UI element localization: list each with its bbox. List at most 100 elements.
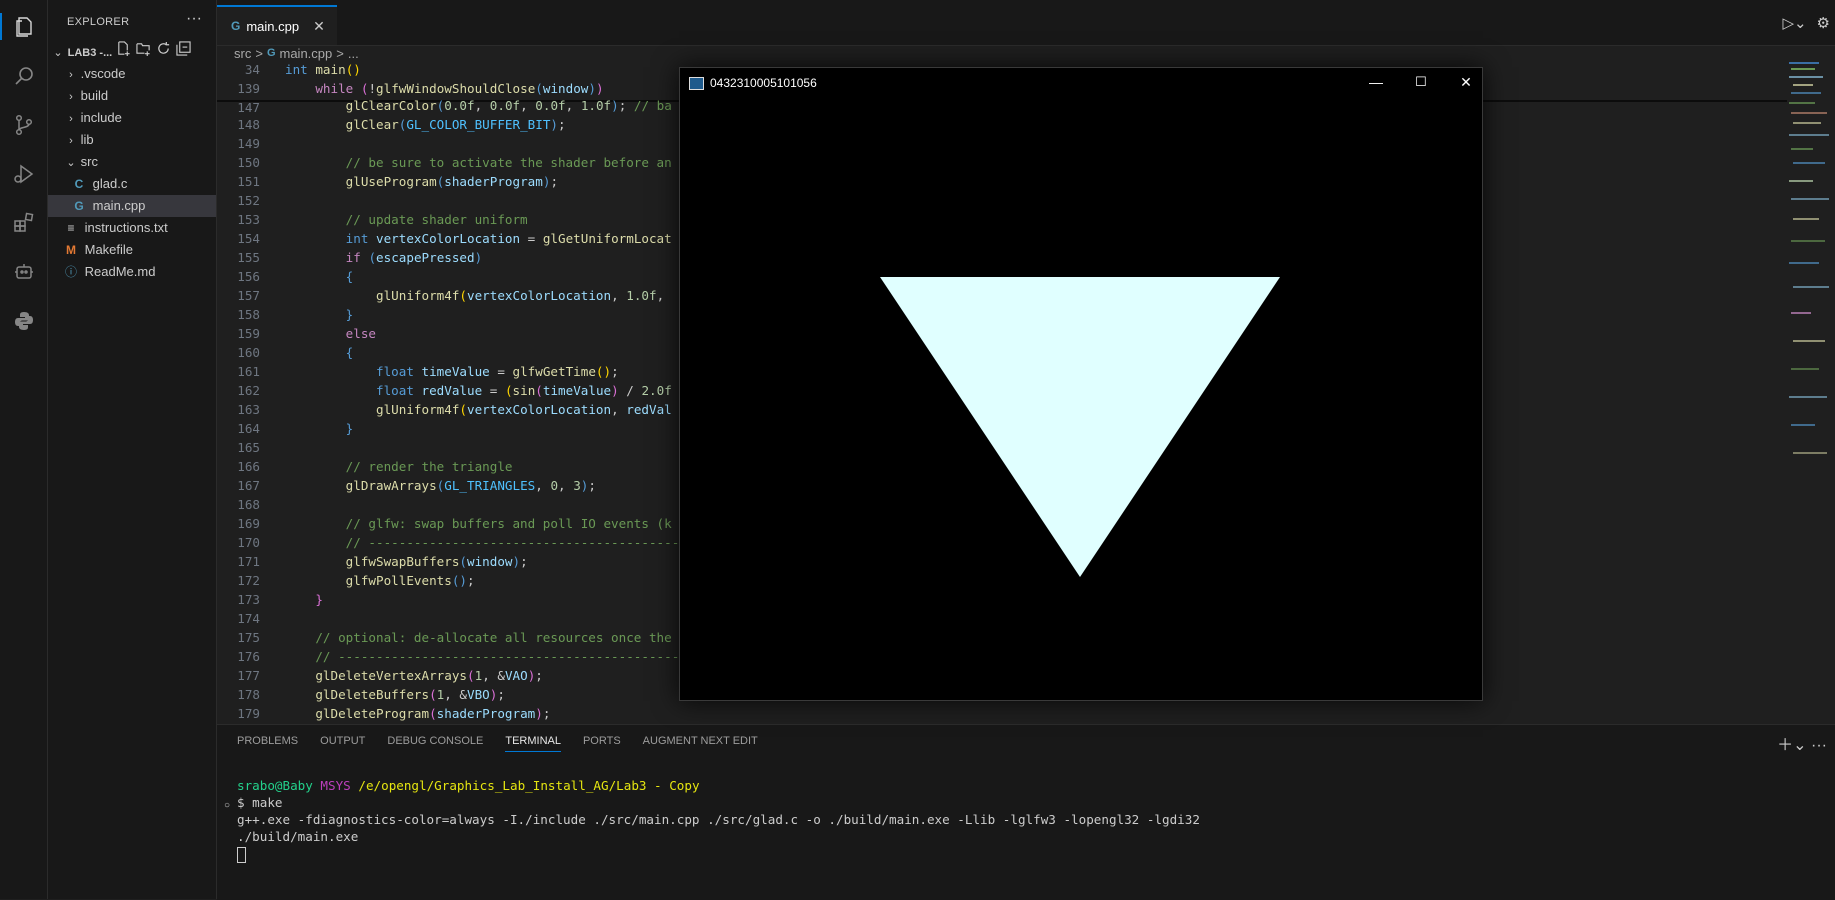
source-control-icon[interactable] xyxy=(10,111,37,138)
tree-item-label: instructions.txt xyxy=(84,220,168,235)
project-root[interactable]: ⌄ LAB3 -... xyxy=(48,41,216,63)
tree-item-lib[interactable]: › lib xyxy=(48,129,216,151)
line-number: 155 xyxy=(237,250,260,265)
new-file-icon[interactable] xyxy=(116,41,131,56)
opengl-window[interactable]: 0432310005101056 — ☐ ✕ xyxy=(679,67,1483,701)
tab-terminal[interactable]: TERMINAL xyxy=(505,735,561,752)
code-line: // update shader uniform xyxy=(345,212,528,227)
code-line: // -------------------------------------… xyxy=(345,535,680,550)
code-line: // -------------------------------------… xyxy=(315,649,680,664)
close-button[interactable]: ✕ xyxy=(1455,72,1477,92)
code-line: } xyxy=(315,592,323,607)
explorer-sidebar: EXPLORER ··· ⌄ LAB3 -... › .vscode › bui… xyxy=(48,0,217,899)
collapse-all-icon[interactable] xyxy=(176,41,191,56)
search-icon[interactable] xyxy=(10,62,37,89)
run-debug-icon[interactable] xyxy=(10,160,37,187)
minimap[interactable] xyxy=(1787,62,1835,482)
code-line: float timeValue = glfwGetTime(); xyxy=(376,364,619,379)
line-number: 149 xyxy=(237,136,260,151)
code-line: glfwSwapBuffers(window); xyxy=(345,554,528,569)
run-icon[interactable]: ▷⌄ xyxy=(1782,14,1806,32)
tree-item-readme[interactable]: ⓘ ReadMe.md xyxy=(48,261,216,283)
tree-item-glad-c[interactable]: C glad.c xyxy=(48,173,216,195)
code-line: glDeleteVertexArrays(1, &VAO); xyxy=(315,668,543,683)
cpp-file-icon: G xyxy=(74,199,84,213)
code-line: glDeleteProgram(shaderProgram); xyxy=(315,706,551,721)
close-tab-icon[interactable]: ✕ xyxy=(313,18,325,35)
line-number: 147 xyxy=(237,100,260,115)
gear-icon[interactable]: ⚙ xyxy=(1817,14,1830,32)
line-number: 175 xyxy=(237,630,260,645)
tab-label: main.cpp xyxy=(246,18,300,34)
breadcrumb: src > G main.cpp > ... xyxy=(217,44,359,62)
tree-item-makefile[interactable]: M Makefile xyxy=(48,239,216,261)
breadcrumb-separator: > xyxy=(255,45,263,61)
chevron-right-icon: › xyxy=(69,135,73,147)
more-actions-icon[interactable]: ··· xyxy=(1811,737,1827,754)
code-line: // glfw: swap buffers and poll IO events… xyxy=(345,516,672,531)
new-terminal-icon[interactable]: ＋⌄ xyxy=(1777,737,1806,754)
terminal-user: srabo@Baby xyxy=(237,778,313,793)
tab-main-cpp[interactable]: G main.cpp ✕ xyxy=(217,5,337,45)
breadcrumb-rest[interactable]: ... xyxy=(348,46,359,61)
info-icon: ⓘ xyxy=(64,265,77,279)
line-number: 173 xyxy=(237,592,260,607)
tab-ports[interactable]: PORTS xyxy=(583,735,621,752)
extensions-icon[interactable] xyxy=(10,209,37,236)
tree-item-main-cpp[interactable]: G main.cpp xyxy=(48,195,216,217)
maximize-button[interactable]: ☐ xyxy=(1410,72,1432,92)
breadcrumb-folder[interactable]: src xyxy=(234,46,251,61)
line-number: 150 xyxy=(237,155,260,170)
line-number: 167 xyxy=(237,478,260,493)
remote-icon[interactable] xyxy=(10,258,37,285)
tab-augment-next-edit[interactable]: AUGMENT NEXT EDIT xyxy=(643,735,758,752)
code-line: // be sure to activate the shader before… xyxy=(345,155,672,170)
line-number: 151 xyxy=(237,174,260,189)
command-status-icon: ○ xyxy=(224,800,231,811)
line-number: 171 xyxy=(237,554,260,569)
chevron-down-icon: ⌄ xyxy=(66,157,76,169)
tree-item-include[interactable]: › include xyxy=(48,107,216,129)
line-number: 178 xyxy=(237,687,260,702)
window-titlebar[interactable]: 0432310005101056 — ☐ ✕ xyxy=(680,68,1480,97)
code-line: else xyxy=(345,326,377,341)
line-number: 158 xyxy=(237,307,260,322)
terminal-line: g++.exe -fdiagnostics-color=always -I./i… xyxy=(237,812,1200,827)
tree-item-build[interactable]: › build xyxy=(48,85,216,107)
chevron-right-icon: › xyxy=(69,113,73,125)
tree-item-label: glad.c xyxy=(92,176,128,191)
new-folder-icon[interactable] xyxy=(136,41,151,56)
tree-item-label: lib xyxy=(80,132,94,147)
tab-debug-console[interactable]: DEBUG CONSOLE xyxy=(387,735,483,752)
tree-item-instructions[interactable]: ≡ instructions.txt xyxy=(48,217,216,239)
breadcrumb-file[interactable]: main.cpp xyxy=(280,46,333,61)
tree-item-src[interactable]: ⌄ src xyxy=(48,151,216,173)
editor-tab-bar: G main.cpp ✕ ▷⌄ ⚙ xyxy=(217,0,1835,46)
line-number: 139 xyxy=(237,81,260,96)
python-icon[interactable] xyxy=(10,307,37,334)
tab-output[interactable]: OUTPUT xyxy=(320,735,365,752)
code-line: glUniform4f(vertexColorLocation, redVal xyxy=(376,402,672,417)
more-actions-icon[interactable]: ··· xyxy=(186,10,202,28)
code-line: glDeleteBuffers(1, &VBO); xyxy=(315,687,505,702)
project-name: LAB3 -... xyxy=(67,47,113,59)
line-number: 168 xyxy=(237,497,260,512)
line-number: 179 xyxy=(237,706,260,721)
cpp-file-icon: G xyxy=(266,47,276,59)
tree-item-label: include xyxy=(80,110,122,125)
files-icon[interactable] xyxy=(0,13,47,40)
terminal-cursor xyxy=(237,846,246,863)
terminal-output[interactable]: srabo@Baby MSYS /e/opengl/Graphics_Lab_I… xyxy=(237,777,1200,863)
tab-problems[interactable]: PROBLEMS xyxy=(237,735,298,752)
breadcrumb-separator: > xyxy=(336,45,344,61)
code-line: glClearColor(0.0f, 0.0f, 0.0f, 1.0f); //… xyxy=(345,98,672,113)
tree-item-vscode[interactable]: › .vscode xyxy=(48,63,216,85)
tree-item-label: Makefile xyxy=(84,242,134,257)
line-number: 156 xyxy=(237,269,260,284)
refresh-icon[interactable] xyxy=(156,41,171,56)
code-line: { xyxy=(345,345,354,360)
line-number: 177 xyxy=(237,668,260,683)
tree-item-label: main.cpp xyxy=(92,198,146,213)
text-file-icon: ≡ xyxy=(67,221,75,235)
minimize-button[interactable]: — xyxy=(1365,72,1387,92)
